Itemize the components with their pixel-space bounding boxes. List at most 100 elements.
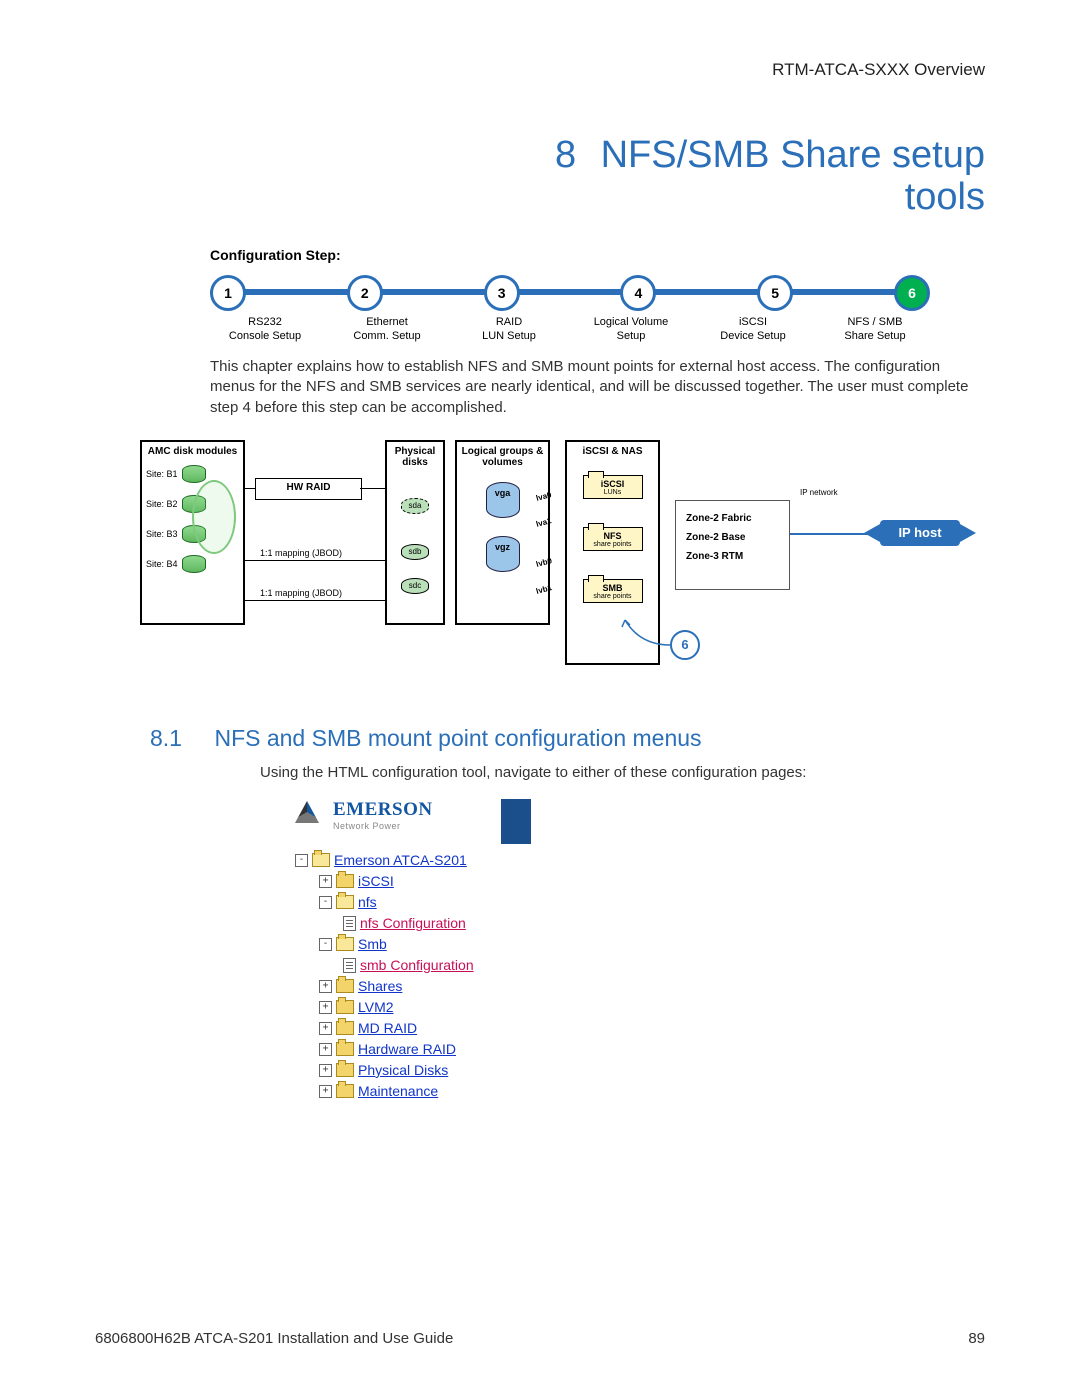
- tree-mdraid[interactable]: + MD RAID: [319, 1018, 645, 1039]
- chapter-number: 8: [555, 135, 576, 177]
- maintenance-link[interactable]: Maintenance: [358, 1081, 438, 1102]
- smb-folder: SMB share points: [583, 579, 643, 603]
- logical-groups-box: Logical groups & volumes vga vgz: [455, 440, 550, 625]
- mdraid-link[interactable]: MD RAID: [358, 1018, 417, 1039]
- tree-iscsi[interactable]: + iSCSI: [319, 871, 645, 892]
- tree-smb[interactable]: - Smb: [319, 934, 645, 955]
- emerson-brand: EMERSON: [333, 799, 433, 821]
- mapping-label-2: 1:1 mapping (JBOD): [260, 588, 342, 598]
- expand-icon[interactable]: +: [319, 1064, 332, 1077]
- zone2-base: Zone-2 Base: [686, 532, 779, 543]
- hwraid-link[interactable]: Hardware RAID: [358, 1039, 456, 1060]
- shares-link[interactable]: Shares: [358, 976, 402, 997]
- arrow-icon: [620, 615, 680, 655]
- expand-icon[interactable]: +: [319, 1022, 332, 1035]
- emerson-brand-sub: Network Power: [333, 821, 433, 831]
- folder-icon: [336, 874, 354, 888]
- expand-icon[interactable]: +: [319, 980, 332, 993]
- lvm2-link[interactable]: LVM2: [358, 997, 394, 1018]
- step-label-4: Logical VolumeSetup: [576, 315, 686, 344]
- page-number: 89: [968, 1330, 985, 1347]
- folder-icon: [336, 937, 354, 951]
- nfs-folder: NFS share points: [583, 527, 643, 551]
- nfs-link[interactable]: nfs: [358, 892, 377, 913]
- phys-title: Physical disks: [391, 446, 439, 468]
- connector: [360, 488, 385, 489]
- zone-box: Zone-2 Fabric Zone-2 Base Zone-3 RTM: [675, 500, 790, 590]
- amc-title: AMC disk modules: [146, 446, 239, 457]
- step-label-2: EthernetComm. Setup: [332, 315, 442, 344]
- hwraid-label: HW RAID: [255, 478, 362, 500]
- zone3-rtm: Zone-3 RTM: [686, 551, 779, 562]
- folder-icon: [336, 1084, 354, 1098]
- expand-icon[interactable]: +: [319, 1001, 332, 1014]
- document-icon: [343, 958, 356, 973]
- vg-vgz: vgz: [486, 536, 520, 572]
- expand-icon[interactable]: +: [319, 1043, 332, 1056]
- chapter-intro-text: This chapter explains how to establish N…: [210, 357, 985, 418]
- ip-network-label: IP network: [800, 488, 838, 497]
- pdisks-link[interactable]: Physical Disks: [358, 1060, 448, 1081]
- collapse-icon[interactable]: -: [319, 938, 332, 951]
- connector: [245, 560, 385, 561]
- disk-icon: [182, 465, 206, 483]
- raid-group-oval: [192, 480, 236, 554]
- section-body: Using the HTML configuration tool, navig…: [260, 764, 985, 781]
- step-1: 1: [210, 275, 246, 311]
- tree-pdisks[interactable]: + Physical Disks: [319, 1060, 645, 1081]
- stepper: 1 2 3 4 5 6: [210, 275, 930, 311]
- chapter-line2: tools: [905, 176, 985, 218]
- tree-root[interactable]: - Emerson ATCA-S201: [295, 850, 645, 871]
- nfs-config-link[interactable]: nfs Configuration: [360, 913, 466, 934]
- step-6-active: 6: [894, 275, 930, 311]
- tree-nfs-config[interactable]: nfs Configuration: [343, 913, 645, 934]
- zone2-fabric: Zone-2 Fabric: [686, 513, 779, 524]
- blue-square-icon: [501, 799, 531, 844]
- step-5: 5: [757, 275, 793, 311]
- emerson-logo-row: EMERSON Network Power: [295, 799, 645, 844]
- pdisk-sda: sda: [401, 498, 429, 514]
- nav-tree-screenshot: EMERSON Network Power - Emerson ATCA-S20…: [295, 799, 645, 1102]
- step-label-6: NFS / SMBShare Setup: [820, 315, 930, 344]
- chapter-text: NFS/SMB Share setup tools: [601, 135, 985, 219]
- emerson-logo-icon: [295, 801, 319, 823]
- nas-title: iSCSI & NAS: [571, 446, 654, 457]
- smb-link[interactable]: Smb: [358, 934, 387, 955]
- chapter-title: 8 NFS/SMB Share setup tools: [95, 135, 985, 219]
- tree-lvm2[interactable]: + LVM2: [319, 997, 645, 1018]
- mapping-label-1: 1:1 mapping (JBOD): [260, 548, 342, 558]
- tree-shares[interactable]: + Shares: [319, 976, 645, 997]
- pdisk-sdc: sdc: [401, 578, 429, 594]
- pdisk-sdb: sdb: [401, 544, 429, 560]
- site-b4: Site: B4: [146, 555, 239, 573]
- page-header: RTM-ATCA-SXXX Overview: [95, 60, 985, 80]
- connector: [245, 600, 385, 601]
- log-title: Logical groups & volumes: [461, 446, 544, 468]
- folder-icon: [336, 979, 354, 993]
- step-label-1: RS232Console Setup: [210, 315, 320, 344]
- expand-icon[interactable]: +: [319, 875, 332, 888]
- expand-icon[interactable]: +: [319, 1085, 332, 1098]
- tree-hwraid[interactable]: + Hardware RAID: [319, 1039, 645, 1060]
- root-link[interactable]: Emerson ATCA-S201: [334, 850, 467, 871]
- document-icon: [343, 916, 356, 931]
- disk-icon: [182, 555, 206, 573]
- step-4: 4: [620, 275, 656, 311]
- folder-icon: [336, 1042, 354, 1056]
- physical-disks-box: Physical disks sda sdb sdc: [385, 440, 445, 625]
- step-2: 2: [347, 275, 383, 311]
- tree-maintenance[interactable]: + Maintenance: [319, 1081, 645, 1102]
- tree-smb-config[interactable]: smb Configuration: [343, 955, 645, 976]
- iscsi-link[interactable]: iSCSI: [358, 871, 394, 892]
- collapse-icon[interactable]: -: [295, 854, 308, 867]
- config-step-label: Configuration Step:: [210, 247, 985, 263]
- folder-icon: [336, 1063, 354, 1077]
- vg-vga: vga: [486, 482, 520, 518]
- connector: [245, 488, 255, 489]
- iscsi-luns-folder: iSCSI LUNs: [583, 475, 643, 499]
- footer-left: 6806800H62B ATCA-S201 Installation and U…: [95, 1330, 453, 1347]
- smb-config-link[interactable]: smb Configuration: [360, 955, 474, 976]
- section-title: NFS and SMB mount point configuration me…: [214, 725, 701, 751]
- tree-nfs[interactable]: - nfs: [319, 892, 645, 913]
- collapse-icon[interactable]: -: [319, 896, 332, 909]
